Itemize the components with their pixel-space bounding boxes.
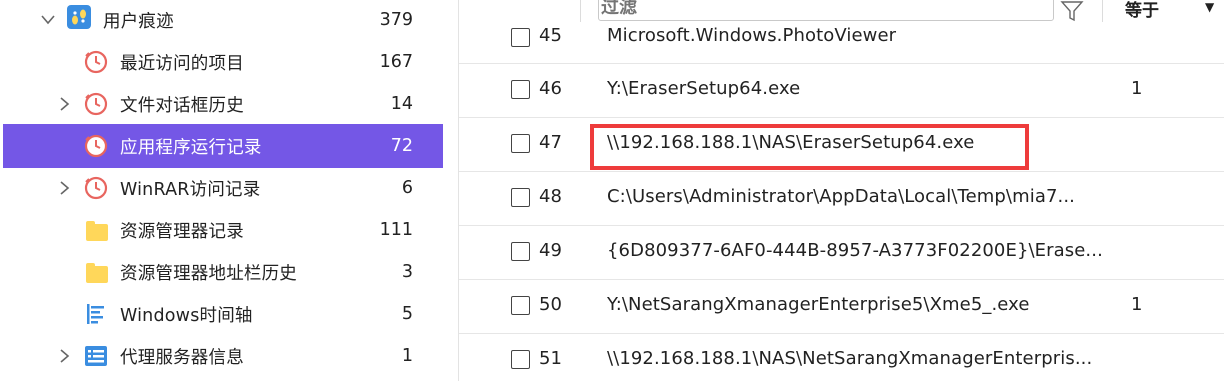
tree-item-count: 5 bbox=[401, 304, 413, 324]
tree-item-explorer-records[interactable]: 资源管理器记录 111 bbox=[3, 210, 443, 250]
user-traces-icon bbox=[67, 5, 91, 29]
table-row[interactable]: 50 Y:\NetSarangXmanagerEnterprise5\Xme5_… bbox=[459, 280, 1224, 334]
row-checkbox[interactable] bbox=[511, 134, 530, 153]
table-row[interactable]: 45 Microsoft.Windows.PhotoViewer bbox=[459, 12, 1224, 64]
row-number: 48 bbox=[539, 186, 562, 207]
clock-icon bbox=[84, 50, 108, 74]
tree-item-count: 1 bbox=[401, 346, 413, 366]
chevron-right-icon[interactable] bbox=[58, 181, 72, 195]
tree-item-label: 代理服务器信息 bbox=[120, 347, 244, 368]
row-number: 47 bbox=[539, 132, 562, 153]
row-checkbox[interactable] bbox=[511, 242, 530, 261]
row-checkbox[interactable] bbox=[511, 296, 530, 315]
row-value: 1 bbox=[1131, 78, 1143, 99]
tree-item-count: 379 bbox=[379, 10, 413, 30]
row-path: Y:\EraserSetup64.exe bbox=[607, 78, 801, 99]
row-number: 49 bbox=[539, 240, 562, 261]
row-checkbox[interactable] bbox=[511, 188, 530, 207]
tree-item-label: Windows时间轴 bbox=[120, 305, 253, 326]
tree-item-label: 应用程序运行记录 bbox=[120, 137, 262, 158]
folder-icon bbox=[85, 220, 109, 244]
tree-item-label: 资源管理器记录 bbox=[120, 221, 244, 242]
tree-item-label: 文件对话框历史 bbox=[120, 95, 244, 116]
row-number: 50 bbox=[539, 294, 562, 315]
row-path: {6D809377-6AF0-444B-8957-A3773F02200E}\E… bbox=[607, 240, 1103, 261]
clock-icon bbox=[84, 176, 108, 200]
row-path: Y:\NetSarangXmanagerEnterprise5\Xme5_.ex… bbox=[607, 294, 1030, 315]
tree-panel: 用户痕迹 379 最近访问的项目 167 文件对话框历史 14 应用程序运行记录… bbox=[0, 0, 443, 381]
tree-item-count: 167 bbox=[379, 52, 413, 72]
table-row[interactable]: 48 C:\Users\Administrator\AppData\Local\… bbox=[459, 172, 1224, 226]
row-checkbox[interactable] bbox=[511, 28, 530, 47]
row-checkbox[interactable] bbox=[511, 350, 530, 369]
row-path: Microsoft.Windows.PhotoViewer bbox=[607, 25, 897, 46]
row-path: \\192.168.188.1\NAS\NetSarangXmanagerEnt… bbox=[607, 348, 1093, 369]
folder-icon bbox=[85, 262, 109, 286]
row-number: 51 bbox=[539, 348, 562, 369]
table-row[interactable]: 49 {6D809377-6AF0-444B-8957-A3773F02200E… bbox=[459, 226, 1224, 280]
tree-item-app-run-records[interactable]: 应用程序运行记录 72 bbox=[3, 124, 443, 168]
chevron-right-icon[interactable] bbox=[58, 349, 72, 363]
tree-item-explorer-address-history[interactable]: 资源管理器地址栏历史 3 bbox=[3, 252, 443, 292]
clock-icon bbox=[84, 134, 108, 158]
tree-item-proxy-server-info[interactable]: 代理服务器信息 1 bbox=[3, 336, 443, 376]
clock-icon bbox=[84, 92, 108, 116]
tree-item-recent-items[interactable]: 最近访问的项目 167 bbox=[3, 42, 443, 82]
chevron-right-icon[interactable] bbox=[58, 97, 72, 111]
records-table: 等于 ▼ 45 Microsoft.Windows.PhotoViewer 46… bbox=[459, 0, 1224, 381]
row-number: 45 bbox=[539, 25, 562, 46]
row-checkbox[interactable] bbox=[511, 80, 530, 99]
list-card-icon bbox=[84, 344, 108, 368]
row-number: 46 bbox=[539, 78, 562, 99]
tree-item-file-dialog-history[interactable]: 文件对话框历史 14 bbox=[3, 84, 443, 124]
tree-item-count: 14 bbox=[390, 94, 413, 114]
row-path: C:\Users\Administrator\AppData\Local\Tem… bbox=[607, 186, 1075, 207]
timeline-icon bbox=[84, 302, 108, 326]
tree-item-label: 用户痕迹 bbox=[103, 11, 174, 32]
red-highlight-box bbox=[590, 124, 1029, 170]
tree-item-count: 6 bbox=[401, 178, 413, 198]
tree-item-label: 最近访问的项目 bbox=[120, 53, 244, 74]
tree-item-label: 资源管理器地址栏历史 bbox=[120, 263, 297, 284]
tree-item-count: 111 bbox=[379, 220, 413, 240]
tree-item-count: 72 bbox=[390, 136, 413, 156]
tree-item-count: 3 bbox=[401, 262, 413, 282]
table-row[interactable]: 46 Y:\EraserSetup64.exe 1 bbox=[459, 64, 1224, 118]
tree-item-winrar-records[interactable]: WinRAR访问记录 6 bbox=[3, 168, 443, 208]
tree-item-label: WinRAR访问记录 bbox=[120, 179, 261, 200]
tree-item-user-traces[interactable]: 用户痕迹 379 bbox=[3, 0, 443, 40]
row-value: 1 bbox=[1131, 294, 1143, 315]
tree-item-windows-timeline[interactable]: Windows时间轴 5 bbox=[3, 294, 443, 334]
table-row[interactable]: 51 \\192.168.188.1\NAS\NetSarangXmanager… bbox=[459, 334, 1224, 381]
chevron-down-icon[interactable] bbox=[41, 13, 55, 27]
